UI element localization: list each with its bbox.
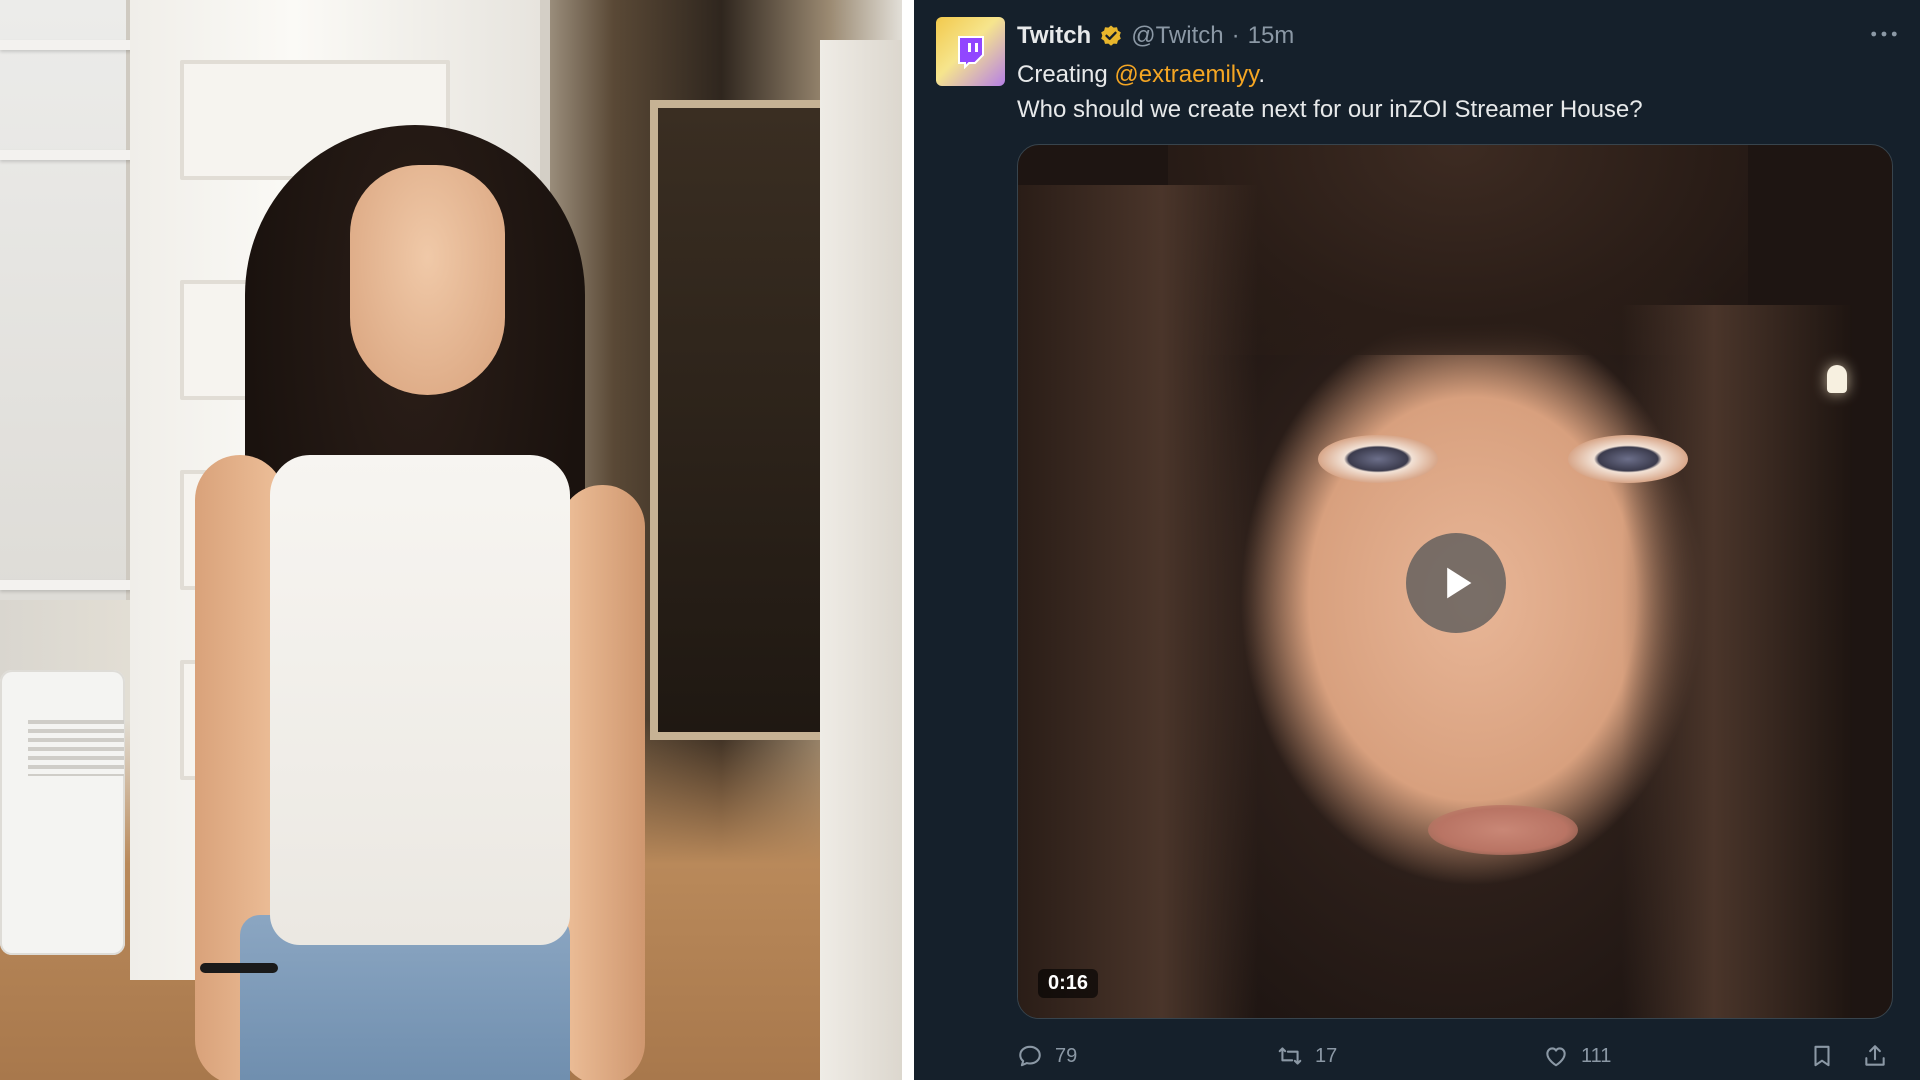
timestamp[interactable]: 15m	[1248, 22, 1295, 50]
white-top	[270, 455, 570, 945]
right-door	[820, 40, 902, 1080]
render-eye-right	[1568, 435, 1688, 483]
play-button[interactable]	[1406, 533, 1506, 633]
tweet-text-prefix: Creating	[1017, 61, 1115, 88]
like-count: 111	[1581, 1044, 1612, 1067]
panel-divider	[902, 0, 914, 1080]
tweet-card: Twitch @Twitch · 15m Creating @extraemil…	[914, 0, 1920, 1080]
person	[175, 125, 695, 1080]
shelf-board	[0, 40, 132, 50]
video-duration: 0:16	[1038, 969, 1099, 998]
share-icon	[1865, 1045, 1885, 1066]
twitch-logo-icon[interactable]	[936, 17, 1005, 86]
render-hair-right	[1622, 305, 1852, 1018]
mention-link[interactable]: @extraemilyy	[1114, 61, 1258, 88]
tweet-text: Creating @extraemilyy. Who should we cre…	[1017, 57, 1897, 127]
separator-dot: ·	[1231, 22, 1240, 49]
retweet-count: 17	[1315, 1044, 1338, 1067]
tweet-line-2: Who should we create next for our inZOI …	[1017, 96, 1643, 123]
twitch-glyph	[957, 35, 984, 69]
tweet-actions: 79 17 111	[1017, 1040, 1897, 1072]
reply-count: 79	[1055, 1044, 1078, 1067]
play-icon	[1447, 567, 1472, 599]
tweet-header: Twitch @Twitch · 15m	[1017, 20, 1294, 52]
bookmark-icon	[1814, 1045, 1830, 1067]
background-lamp	[1827, 365, 1847, 393]
streamer-photo	[0, 0, 902, 1080]
bookmark-button[interactable]	[1809, 1040, 1835, 1072]
more-options-icon[interactable]	[1864, 18, 1904, 50]
tweet-line-1: Creating @extraemilyy.	[1017, 57, 1897, 92]
retweet-button[interactable]: 17	[1277, 1040, 1337, 1072]
render-hair-left	[1018, 185, 1258, 1018]
tweet-text-suffix: .	[1258, 61, 1266, 88]
shelf-board	[0, 580, 132, 590]
render-eye-left	[1318, 435, 1438, 483]
video-media[interactable]: 0:16	[1017, 144, 1893, 1019]
like-button[interactable]: 111	[1543, 1040, 1611, 1072]
ac-vent	[28, 720, 124, 776]
handle[interactable]: @Twitch	[1131, 22, 1223, 50]
reply-icon	[1019, 1045, 1041, 1067]
shelf-board	[0, 150, 132, 160]
air-conditioner	[0, 670, 125, 955]
face	[350, 165, 505, 395]
display-name[interactable]: Twitch	[1017, 22, 1091, 50]
right-arm	[560, 485, 645, 1080]
heart-icon	[1546, 1047, 1566, 1067]
retweet-icon	[1278, 1047, 1302, 1065]
bracelet	[200, 963, 278, 973]
verified-badge-icon	[1101, 25, 1122, 46]
share-button[interactable]	[1862, 1040, 1888, 1072]
more-dots	[1871, 31, 1897, 37]
render-lips	[1428, 805, 1578, 855]
shelf	[0, 0, 132, 600]
reply-button[interactable]: 79	[1017, 1040, 1077, 1072]
